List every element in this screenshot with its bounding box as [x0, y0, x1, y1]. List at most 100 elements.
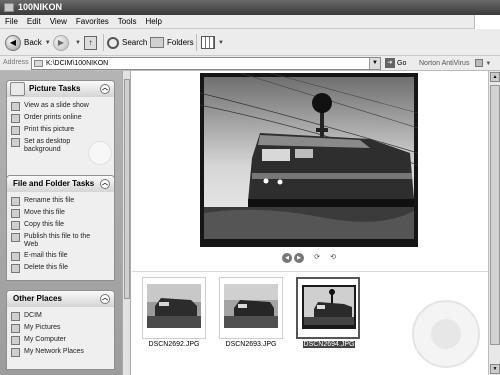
task-rename-file[interactable]: Rename this file	[11, 197, 110, 206]
forward-button[interactable]: ▶ ▼	[53, 33, 81, 52]
place-my-network-places[interactable]: My Network Places	[11, 348, 110, 357]
collapse-chevron-icon[interactable]: ︿	[100, 84, 110, 94]
address-dropdown-icon[interactable]: ▼	[369, 58, 380, 69]
task-copy-file[interactable]: Copy this file	[11, 221, 110, 230]
menu-edit[interactable]: Edit	[27, 17, 41, 26]
file-folder-tasks-body: Rename this file Move this file Copy thi…	[7, 192, 114, 280]
task-slideshow[interactable]: View as a slide show	[11, 102, 110, 111]
task-delete-file[interactable]: Delete this file	[11, 264, 110, 273]
previous-image-icon[interactable]: ◀	[282, 253, 292, 263]
folders-label: Folders	[167, 38, 194, 47]
thumbnail-name: DSCN2693.JPG	[225, 341, 277, 348]
file-folder-tasks-panel: File and Folder Tasks ︿ Rename this file…	[6, 175, 115, 281]
window-title: 100NIKON	[18, 2, 63, 12]
place-dcim[interactable]: DCIM	[11, 312, 110, 321]
viewer-controls: ◀ ▶ ⟳ ⟲	[282, 253, 338, 263]
task-print-picture[interactable]: Print this picture	[11, 126, 110, 135]
search-label: Search	[122, 38, 148, 47]
go-arrow-icon: ➔	[385, 58, 395, 68]
task-email-file[interactable]: E-mail this file	[11, 252, 110, 261]
antivirus-icon	[475, 59, 484, 67]
publish-web-icon	[11, 233, 20, 242]
address-bar: Address K:\DCIM\100NIKON ▼ ➔ Go Norton A…	[0, 56, 500, 71]
preview-image	[200, 73, 418, 247]
place-label: DCIM	[24, 312, 42, 319]
scroll-up-icon[interactable]: ▲	[490, 72, 500, 82]
place-my-pictures[interactable]: My Pictures	[11, 324, 110, 333]
back-dropdown-icon[interactable]: ▼	[45, 40, 51, 46]
thumbnail-label-selected: DSCN2694.JPG	[289, 341, 369, 348]
antivirus-label: Norton AntiVirus	[419, 59, 470, 67]
menu-favorites[interactable]: Favorites	[76, 17, 109, 26]
next-image-icon[interactable]: ▶	[294, 253, 304, 263]
thumbnail-label: DSCN2692.JPG	[134, 341, 214, 348]
task-move-file[interactable]: Move this file	[11, 209, 110, 218]
file-folder-tasks-header[interactable]: File and Folder Tasks ︿	[7, 176, 114, 192]
other-places-header[interactable]: Other Places ︿	[7, 291, 114, 307]
thumbnail-card-selected[interactable]	[296, 277, 360, 339]
network-places-icon	[11, 348, 20, 357]
watermark-icon	[88, 141, 112, 165]
collapse-chevron-icon[interactable]: ︿	[100, 294, 110, 304]
thumbnail-image	[302, 285, 356, 329]
thumbnail-card[interactable]	[219, 277, 283, 339]
folder-icon	[34, 60, 43, 67]
scroll-down-icon[interactable]: ▼	[490, 364, 500, 374]
picture-tasks-body: View as a slide show Order prints online…	[7, 97, 114, 181]
main-scrollbar[interactable]: ▲ ▼	[488, 71, 500, 375]
thumbnail-label: DSCN2693.JPG	[211, 341, 291, 348]
antivirus-button[interactable]: Norton AntiVirus ▼	[419, 59, 491, 67]
picture-tasks-panel: Picture Tasks ︿ View as a slide show Ord…	[6, 80, 115, 182]
menu-tools[interactable]: Tools	[118, 17, 137, 26]
menu-help[interactable]: Help	[145, 17, 161, 26]
toolbar-separator	[103, 34, 104, 51]
thumbnail-card[interactable]	[142, 277, 206, 339]
picture-icon	[10, 82, 25, 96]
place-my-computer[interactable]: My Computer	[11, 336, 110, 345]
views-button[interactable]: ▼	[201, 33, 224, 52]
antivirus-dropdown-icon[interactable]: ▼	[485, 61, 491, 67]
go-button[interactable]: ➔ Go	[385, 58, 406, 68]
move-icon	[11, 209, 20, 218]
other-places-body: DCIM My Pictures My Computer My Network …	[7, 307, 114, 369]
menu-file[interactable]: File	[5, 17, 18, 26]
up-folder-button[interactable]: ↑	[84, 33, 97, 52]
collapse-chevron-icon[interactable]: ︿	[100, 179, 110, 189]
forward-arrow-icon: ▶	[53, 34, 69, 51]
watermark-icon	[412, 300, 480, 368]
windows-logo-icon	[474, 15, 500, 29]
forward-dropdown-icon[interactable]: ▼	[75, 40, 81, 46]
main-scroll-thumb[interactable]	[490, 85, 500, 345]
thumbnail-name: DSCN2692.JPG	[148, 341, 200, 348]
filmstrip: DSCN2692.JPG DSCN2693.JPG DSCN2694.JPG	[132, 271, 488, 375]
printer-icon	[11, 126, 20, 135]
address-input[interactable]: K:\DCIM\100NIKON ▼	[31, 57, 381, 70]
other-places-panel: Other Places ︿ DCIM My Pictures My Compu…	[6, 290, 115, 370]
task-label: Delete this file	[24, 264, 68, 271]
task-label: Order prints online	[24, 114, 82, 121]
search-button[interactable]: Search	[107, 33, 147, 52]
picture-tasks-header[interactable]: Picture Tasks ︿	[7, 81, 114, 97]
views-icon	[201, 36, 215, 49]
back-button[interactable]: ◀ Back ▼	[5, 33, 51, 52]
desktop-icon	[11, 138, 20, 147]
my-pictures-icon	[11, 324, 20, 333]
rotate-counterclockwise-icon[interactable]: ⟲	[328, 253, 338, 263]
folders-button[interactable]: Folders	[150, 33, 194, 52]
toolbar: ◀ Back ▼ ▶ ▼ ↑ Search Folders ▼	[0, 29, 500, 56]
task-label: Copy this file	[24, 221, 65, 228]
task-pane: Picture Tasks ︿ View as a slide show Ord…	[0, 71, 122, 375]
file-folder-tasks-title: File and Folder Tasks	[13, 179, 95, 188]
views-dropdown-icon[interactable]: ▼	[218, 40, 224, 46]
task-order-prints[interactable]: Order prints online	[11, 114, 110, 123]
rotate-clockwise-icon[interactable]: ⟳	[312, 253, 322, 263]
task-label: Move this file	[24, 209, 65, 216]
picture-tasks-title: Picture Tasks	[29, 84, 81, 93]
copy-icon	[11, 221, 20, 230]
menu-view[interactable]: View	[50, 17, 67, 26]
address-label: Address	[3, 59, 29, 66]
task-pane-scroll-thumb[interactable]	[124, 79, 130, 299]
task-pane-scrollbar[interactable]	[122, 71, 131, 375]
delete-icon	[11, 264, 20, 273]
task-publish-web[interactable]: Publish this file to the Web	[11, 233, 110, 249]
